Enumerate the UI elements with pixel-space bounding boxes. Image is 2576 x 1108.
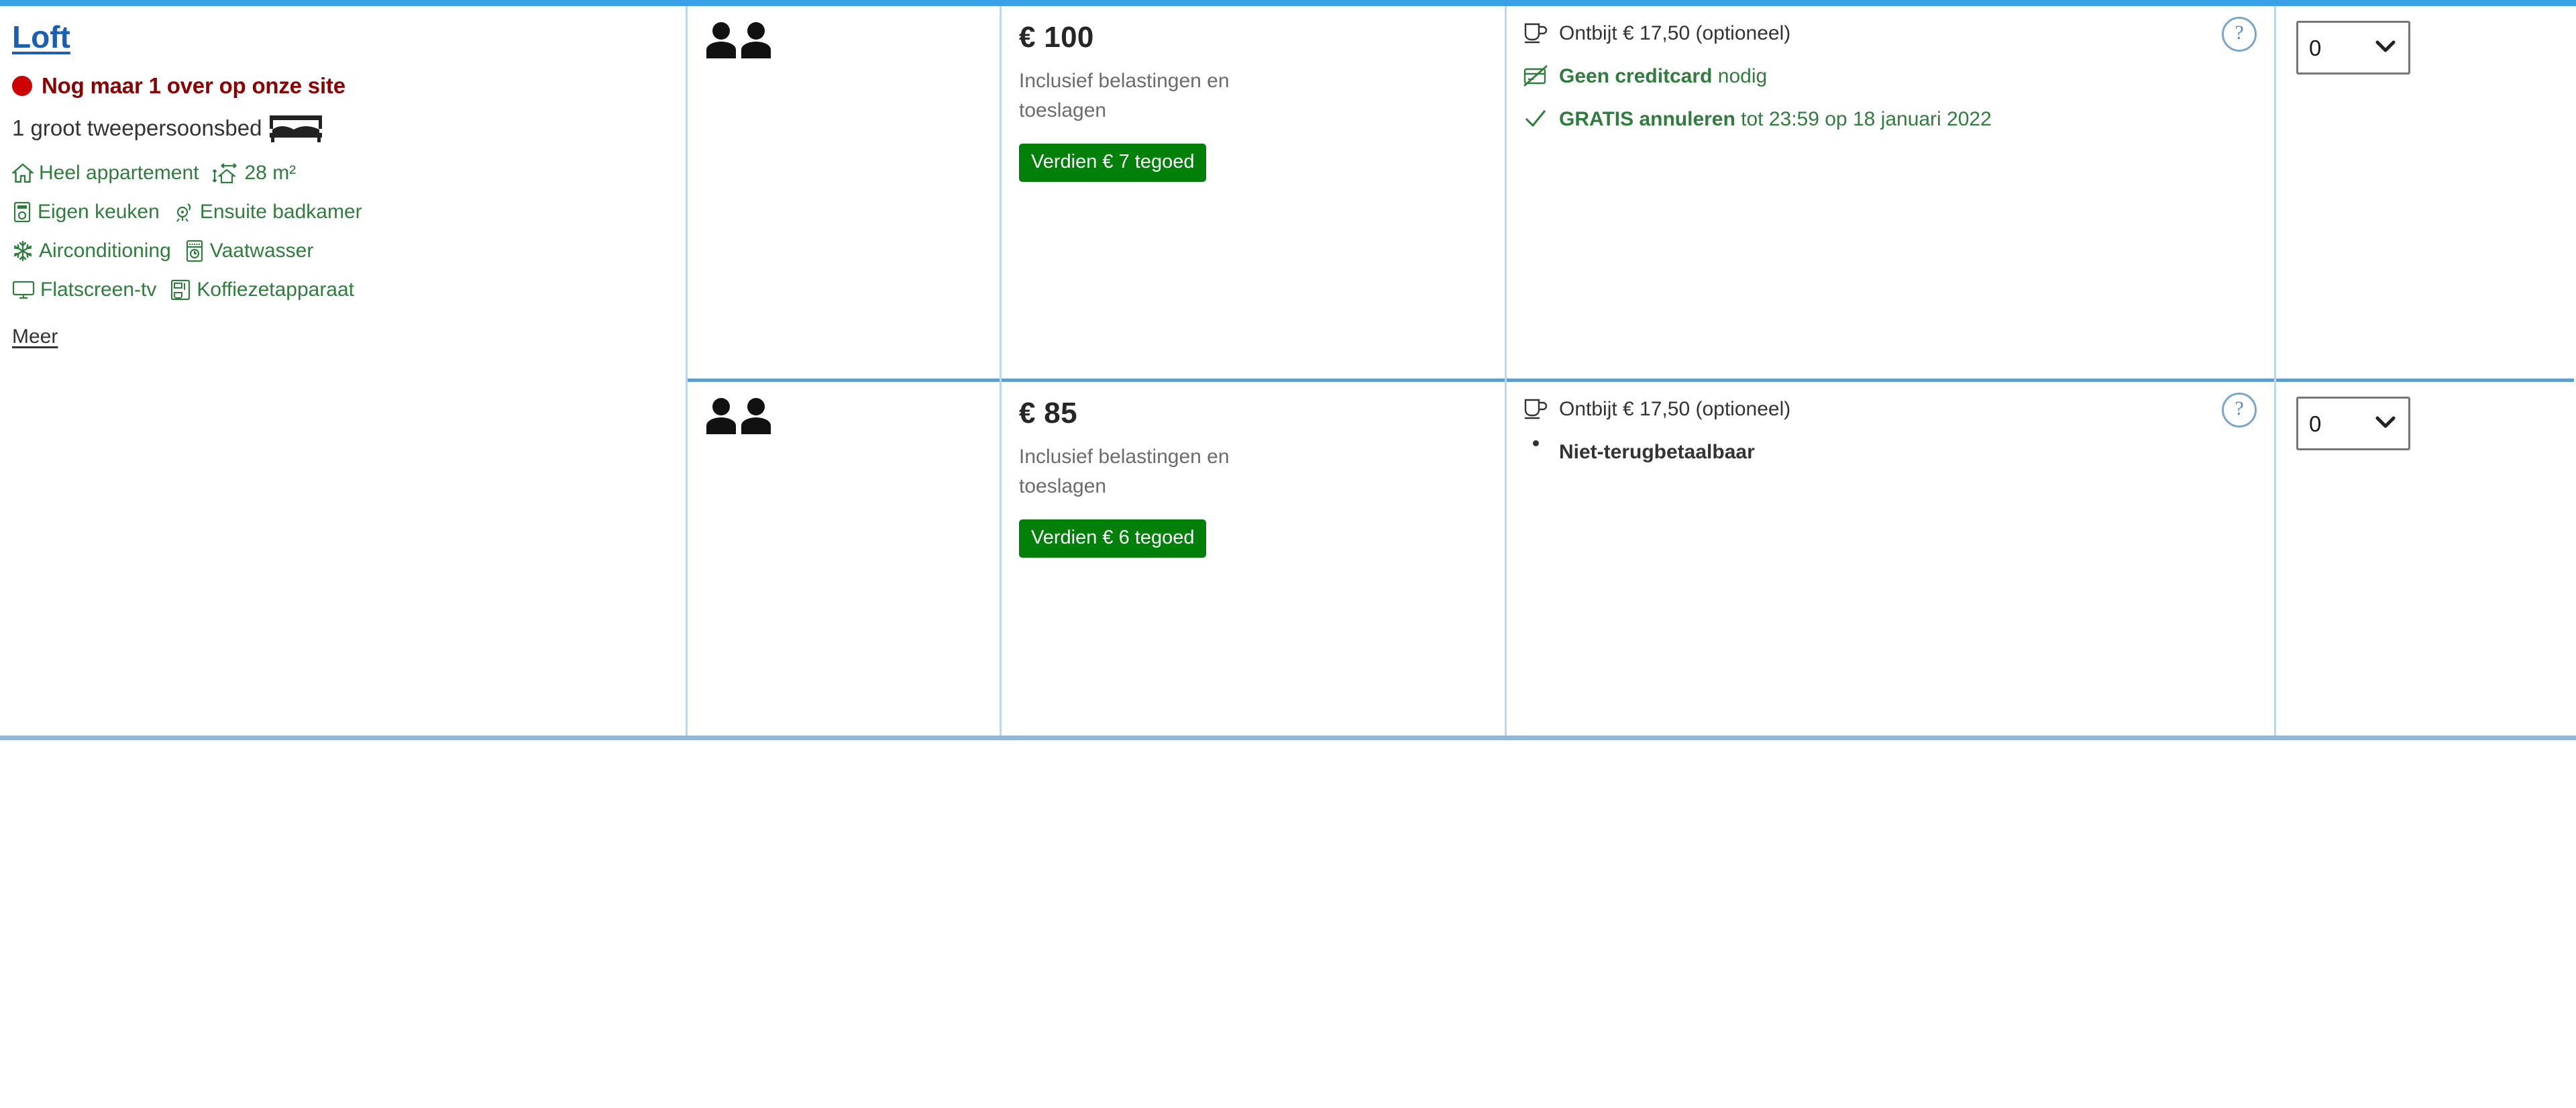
facility-list: Heel appartement 28 m² Eigen keuken Ensu… [12,162,668,301]
kitchen-icon [12,201,32,223]
coffee-machine-icon [170,279,191,301]
condition-text: GRATIS annuleren tot 23:59 op 18 januari… [1559,105,1992,134]
price-tax-note: Inclusief belastingen en toeslagen [1019,446,1230,497]
occupancy-cell-row-2 [688,379,1000,1108]
question-mark-icon[interactable]: ? [2222,17,2257,52]
price-column: € 100 Inclusief belastingen en toeslagen… [1000,6,1505,736]
facility-item-kitchen: Eigen keuken [12,201,160,223]
check-icon [1523,105,1548,130]
condition-text-bold: GRATIS annuleren [1559,108,1735,130]
coffee-cup-icon [1523,19,1548,44]
facility-label: Vaatwasser [209,240,314,262]
no-creditcard-icon [1523,62,1548,87]
facility-label: Airconditioning [39,240,171,262]
bed-configuration-label: 1 groot tweepersoonsbed [12,115,262,141]
facility-row: Eigen keuken Ensuite badkamer [12,201,668,223]
condition-non-refundable: Niet-terugbetaalbaar [1523,438,2214,466]
condition-text: Niet-terugbetaalbaar [1559,438,1755,466]
facility-item-tv: Flatscreen-tv [12,280,156,300]
facility-row: Airconditioning Vaatwasser [12,240,668,262]
facility-item-coffee-machine: Koffiezetapparaat [170,279,354,301]
condition-no-creditcard: Geen creditcard nodig [1523,62,2214,91]
question-mark-icon[interactable]: ? [2222,393,2257,427]
facility-item-size: 28 m² [212,162,296,185]
price-amount: € 100 [1019,21,1094,54]
facility-label: Heel appartement [39,162,199,185]
facility-item-whole-apartment: Heel appartement [12,163,199,183]
facility-label: Ensuite badkamer [199,201,362,223]
facility-label: Eigen keuken [38,201,160,223]
more-facilities-link[interactable]: Meer [12,325,58,348]
coffee-cup-icon [1523,395,1548,420]
select-cell-row-2: 0 1 [2276,379,2574,1108]
facility-row: Flatscreen-tv Koffiezetapparaat [12,279,668,301]
bullet-dot-icon [1523,438,1548,446]
condition-breakfast: Ontbijt € 17,50 (optioneel) [1523,395,2214,423]
facility-size-label: 28 m² [244,162,297,185]
room-availability-table: Loft Nog maar 1 over op onze site 1 groo… [0,0,2576,740]
conditions-cell-row-1: Ontbijt € 17,50 (optioneel) Geen creditc… [1507,6,2274,379]
tv-icon [12,280,35,300]
two-persons-icon [704,397,1000,436]
condition-breakfast: Ontbijt € 17,50 (optioneel) [1523,19,2214,48]
condition-text-rest: tot 23:59 op 18 januari 2022 [1735,108,1992,130]
credit-reward-badge: Verdien € 6 tegoed [1019,519,1207,558]
bed-configuration: 1 groot tweepersoonsbed [12,113,668,143]
room-name-link[interactable]: Loft [12,21,70,54]
occupancy-cell-row-1 [688,6,1000,379]
select-rooms-column: 0 1 0 1 [2274,6,2574,736]
conditions-column: Ontbijt € 17,50 (optioneel) Geen creditc… [1505,6,2274,736]
price-tax-note: Inclusief belastingen en toeslagen [1019,70,1230,121]
condition-text: Geen creditcard nodig [1559,62,1767,91]
two-persons-icon [704,21,1000,60]
shower-icon [173,201,195,223]
home-icon [12,163,34,183]
facility-item-bathroom: Ensuite badkamer [173,201,362,223]
price-cell-row-2: € 85 Inclusief belastingen en toeslagen … [1002,379,1505,1108]
facility-label: Flatscreen-tv [40,279,157,301]
price-cell-row-1: € 100 Inclusief belastingen en toeslagen… [1002,6,1505,379]
occupancy-column [686,6,1000,736]
room-quantity-select[interactable]: 0 1 [2296,21,2410,74]
select-cell-row-1: 0 1 [2276,6,2574,379]
facility-row: Heel appartement 28 m² [12,162,668,185]
facility-label: Koffiezetapparaat [197,279,355,301]
condition-text-rest: nodig [1712,65,1768,87]
snowflake-icon [12,240,34,262]
conditions-cell-row-2: Ontbijt € 17,50 (optioneel) Niet-terugbe… [1507,379,2274,1108]
facility-item-airconditioning: Airconditioning [12,240,171,262]
room-type-column: Loft Nog maar 1 over op onze site 1 groo… [0,6,686,736]
scarcity-text: Nog maar 1 over op onze site [42,73,345,99]
credit-reward-badge: Verdien € 7 tegoed [1019,144,1207,182]
condition-text: Ontbijt € 17,50 (optioneel) [1559,22,1791,44]
condition-text-bold: Niet-terugbetaalbaar [1559,441,1755,463]
facility-item-dishwasher: Vaatwasser [184,240,314,262]
area-arrows-icon [212,162,239,185]
dishwasher-icon [184,240,205,262]
condition-free-cancellation: GRATIS annuleren tot 23:59 op 18 januari… [1523,105,2214,134]
red-dot-icon [12,76,32,97]
condition-text-bold: Geen creditcard [1559,65,1713,87]
room-quantity-select[interactable]: 0 1 [2296,397,2410,450]
scarcity-message: Nog maar 1 over op onze site [12,73,668,99]
condition-text: Ontbijt € 17,50 (optioneel) [1559,398,1791,420]
double-bed-icon [268,113,323,143]
price-amount: € 85 [1019,397,1077,430]
